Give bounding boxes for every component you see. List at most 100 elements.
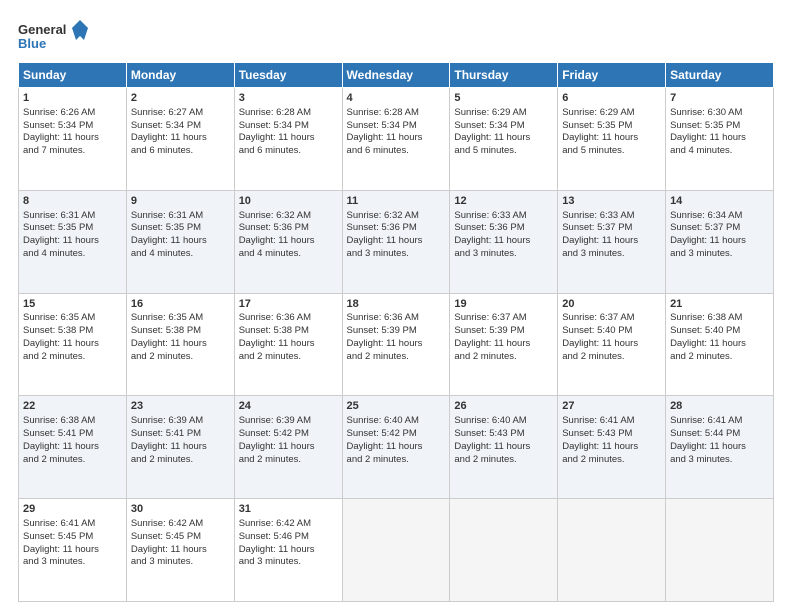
day-number: 2 [131, 91, 230, 106]
day-info-line: and 3 minutes. [239, 556, 338, 569]
day-number: 13 [562, 194, 661, 209]
day-info-line: Sunrise: 6:41 AM [670, 415, 769, 428]
day-info-line: and 4 minutes. [23, 248, 122, 261]
day-info-line: and 2 minutes. [347, 351, 446, 364]
day-number: 30 [131, 502, 230, 517]
day-info-line: Sunrise: 6:41 AM [23, 518, 122, 531]
day-number: 25 [347, 399, 446, 414]
day-info-line: and 2 minutes. [239, 351, 338, 364]
calendar-day-cell: 9Sunrise: 6:31 AMSunset: 5:35 PMDaylight… [126, 190, 234, 293]
day-info-line: and 5 minutes. [562, 145, 661, 158]
day-info-line: Daylight: 11 hours [131, 132, 230, 145]
day-info-line: Sunset: 5:34 PM [239, 120, 338, 133]
day-info-line: Daylight: 11 hours [23, 132, 122, 145]
day-info-line: Daylight: 11 hours [454, 235, 553, 248]
day-info-line: and 3 minutes. [23, 556, 122, 569]
day-info-line: and 6 minutes. [239, 145, 338, 158]
day-info-line: Daylight: 11 hours [131, 441, 230, 454]
day-number: 4 [347, 91, 446, 106]
day-number: 15 [23, 297, 122, 312]
day-info-line: Sunset: 5:45 PM [131, 531, 230, 544]
calendar-day-cell: 14Sunrise: 6:34 AMSunset: 5:37 PMDayligh… [666, 190, 774, 293]
calendar-day-cell [558, 499, 666, 602]
day-number: 23 [131, 399, 230, 414]
day-info-line: and 2 minutes. [131, 351, 230, 364]
day-number: 1 [23, 91, 122, 106]
day-number: 31 [239, 502, 338, 517]
day-info-line: Daylight: 11 hours [562, 132, 661, 145]
day-info-line: Sunrise: 6:38 AM [670, 312, 769, 325]
day-info-line: and 3 minutes. [670, 454, 769, 467]
day-info-line: Daylight: 11 hours [239, 235, 338, 248]
calendar-day-cell: 29Sunrise: 6:41 AMSunset: 5:45 PMDayligh… [19, 499, 127, 602]
day-info-line: Sunrise: 6:36 AM [347, 312, 446, 325]
day-info-line: Sunrise: 6:35 AM [131, 312, 230, 325]
day-number: 11 [347, 194, 446, 209]
calendar-week-row: 15 Sunrise: 6:35 AMSunset: 5:38 PM Dayligh… [19, 293, 774, 396]
day-info-line: and 2 minutes. [23, 454, 122, 467]
day-info-line: and 2 minutes. [131, 454, 230, 467]
day-info-line: Daylight: 11 hours [131, 235, 230, 248]
day-info-line: Sunrise: 6:31 AM [23, 210, 122, 223]
day-info-line: and 7 minutes. [23, 145, 122, 158]
day-info-line: Sunrise: 6:42 AM [239, 518, 338, 531]
day-number: 24 [239, 399, 338, 414]
calendar-day-cell: 8Sunrise: 6:31 AMSunset: 5:35 PMDaylight… [19, 190, 127, 293]
day-info-line: Daylight: 11 hours [454, 441, 553, 454]
page: General Blue SundayMondayTuesdayWednesda… [0, 0, 792, 612]
day-info-line: Sunrise: 6:33 AM [454, 210, 553, 223]
calendar-day-cell: 27Sunrise: 6:41 AMSunset: 5:43 PMDayligh… [558, 396, 666, 499]
day-info-line: Daylight: 11 hours [670, 441, 769, 454]
day-info-line: Sunrise: 6:38 AM [23, 415, 122, 428]
day-info-line: and 2 minutes. [454, 454, 553, 467]
day-info-line: Sunset: 5:43 PM [562, 428, 661, 441]
calendar-day-cell [666, 499, 774, 602]
day-number: 26 [454, 399, 553, 414]
day-info-line: Daylight: 11 hours [23, 338, 122, 351]
day-info-line: Sunset: 5:35 PM [670, 120, 769, 133]
calendar-day-cell: 21Sunrise: 6:38 AMSunset: 5:40 PMDayligh… [666, 293, 774, 396]
day-info-line: Sunset: 5:40 PM [562, 325, 661, 338]
day-info-line: Daylight: 11 hours [239, 544, 338, 557]
day-number: 18 [347, 297, 446, 312]
day-info-line: Daylight: 11 hours [347, 235, 446, 248]
day-info-line: Daylight: 11 hours [239, 132, 338, 145]
day-number: 10 [239, 194, 338, 209]
day-info-line: Sunset: 5:40 PM [670, 325, 769, 338]
calendar-day-cell: 10Sunrise: 6:32 AMSunset: 5:36 PMDayligh… [234, 190, 342, 293]
day-info-line: and 3 minutes. [347, 248, 446, 261]
calendar-day-cell: 24Sunrise: 6:39 AMSunset: 5:42 PMDayligh… [234, 396, 342, 499]
day-info-line: and 3 minutes. [670, 248, 769, 261]
day-number: 7 [670, 91, 769, 106]
day-number: 16 [131, 297, 230, 312]
day-info-line: Daylight: 11 hours [562, 338, 661, 351]
logo: General Blue [18, 18, 88, 58]
calendar-day-header: Saturday [666, 63, 774, 88]
day-number: 22 [23, 399, 122, 414]
calendar-day-cell [450, 499, 558, 602]
day-info-line: Sunset: 5:36 PM [347, 222, 446, 235]
day-info-line: Daylight: 11 hours [670, 338, 769, 351]
day-info-line: Sunset: 5:41 PM [23, 428, 122, 441]
calendar-day-cell: 11Sunrise: 6:32 AMSunset: 5:36 PMDayligh… [342, 190, 450, 293]
day-info-line: Sunset: 5:35 PM [131, 222, 230, 235]
calendar-day-header: Tuesday [234, 63, 342, 88]
calendar-day-cell: 20Sunrise: 6:37 AMSunset: 5:40 PMDayligh… [558, 293, 666, 396]
day-info-line: and 3 minutes. [454, 248, 553, 261]
day-info-line: Sunrise: 6:37 AM [454, 312, 553, 325]
day-info-line: Sunrise: 6:29 AM [454, 107, 553, 120]
day-info-line: Sunrise: 6:29 AM [562, 107, 661, 120]
day-info-line: and 2 minutes. [562, 454, 661, 467]
calendar-day-cell: 23Sunrise: 6:39 AMSunset: 5:41 PMDayligh… [126, 396, 234, 499]
day-number: 3 [239, 91, 338, 106]
day-number: 20 [562, 297, 661, 312]
day-info-line: Sunrise: 6:30 AM [670, 107, 769, 120]
day-info-line: Sunset: 5:39 PM [347, 325, 446, 338]
calendar-day-cell: 15Sunrise: 6:35 AMSunset: 5:38 PMDayligh… [19, 293, 127, 396]
day-info-line: Sunset: 5:38 PM [131, 325, 230, 338]
day-info-line: Daylight: 11 hours [347, 441, 446, 454]
calendar-day-header: Friday [558, 63, 666, 88]
day-info-line: Sunrise: 6:33 AM [562, 210, 661, 223]
calendar-day-cell: 25Sunrise: 6:40 AMSunset: 5:42 PMDayligh… [342, 396, 450, 499]
day-number: 27 [562, 399, 661, 414]
